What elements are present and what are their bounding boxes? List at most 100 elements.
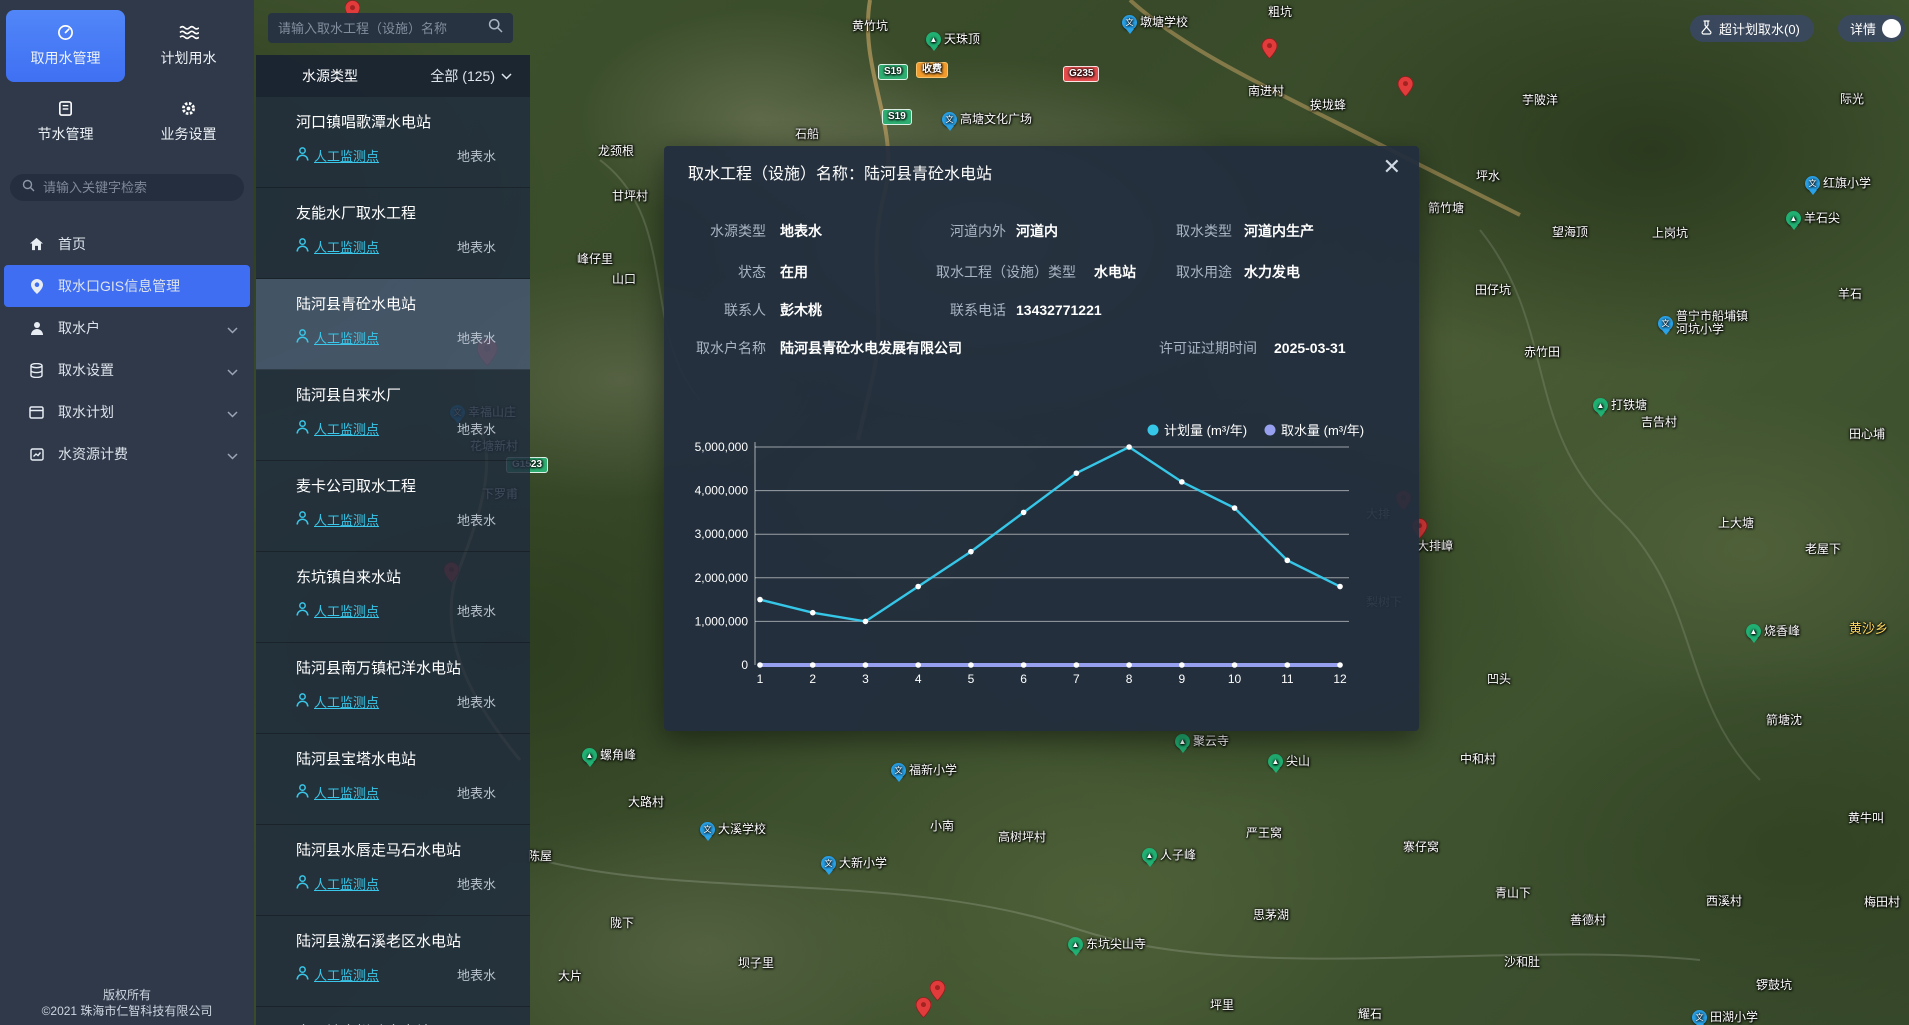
x-tick-label: 9 bbox=[1178, 672, 1185, 686]
map-poi-scenic[interactable]: ▲聚云寺 bbox=[1175, 734, 1229, 749]
list-item[interactable]: 陆河县南万镇杞洋水电站 人工监测点 地表水 bbox=[256, 643, 530, 734]
module-tile-2[interactable]: 计划用水 bbox=[129, 10, 248, 82]
menu-label: 取水口GIS信息管理 bbox=[58, 276, 180, 296]
map-poi-school[interactable]: 文墩塘学校 bbox=[1122, 15, 1188, 30]
list-item[interactable]: 陆河县自来水厂 人工监测点 地表水 bbox=[256, 370, 530, 461]
sidebar-item-6[interactable]: 水资源计费 bbox=[0, 433, 254, 475]
place-label: 上岗坑 bbox=[1652, 227, 1688, 240]
map-poi-scenic[interactable]: ▲东坑尖山寺 bbox=[1068, 937, 1146, 952]
monitor-link[interactable]: 人工监测点 bbox=[296, 783, 379, 802]
monitor-link[interactable]: 人工监测点 bbox=[296, 328, 379, 347]
monitor-link[interactable]: 人工监测点 bbox=[296, 419, 379, 438]
list-item[interactable]: 陆河县宝塔水电站 人工监测点 地表水 bbox=[256, 734, 530, 825]
legend-item-plan[interactable]: 计划量 (m³/年) bbox=[1148, 423, 1248, 438]
series-plan-point bbox=[1074, 470, 1080, 476]
sidebar-item-2[interactable]: 取水口GIS信息管理 bbox=[4, 265, 250, 307]
place-label: 锣鼓坑 bbox=[1756, 979, 1792, 992]
menu-label: 取水设置 bbox=[58, 360, 114, 380]
map-place-label: 赤竹田 bbox=[1524, 346, 1560, 359]
map-poi-school[interactable]: 文田湖小学 bbox=[1692, 1010, 1758, 1025]
monitor-link[interactable]: 人工监测点 bbox=[296, 692, 379, 711]
chevron-down-icon bbox=[227, 363, 238, 379]
series-intake-point bbox=[968, 662, 974, 668]
school-marker-icon: 文 bbox=[1122, 15, 1137, 30]
map-poi-school[interactable]: 文高塘文化广场 bbox=[942, 112, 1032, 127]
toggle-knob[interactable] bbox=[1882, 19, 1901, 38]
poi-label: 福新小学 bbox=[909, 764, 957, 777]
map-poi-scenic[interactable]: ▲烧香峰 bbox=[1746, 624, 1800, 639]
map-poi-scenic[interactable]: ▲尖山 bbox=[1268, 754, 1310, 769]
over-plan-intake-button[interactable]: 超计划取水(0) bbox=[1690, 15, 1814, 42]
sidebar-item-3[interactable]: 取水户 bbox=[0, 307, 254, 349]
detail-toggle[interactable]: 详情 bbox=[1838, 15, 1905, 42]
list-item[interactable]: 东坑镇自来水站 人工监测点 地表水 bbox=[256, 552, 530, 643]
map-poi-school[interactable]: 文大溪学校 bbox=[700, 822, 766, 837]
map-poi-school[interactable]: 文普宁市船埔镇 河坑小学 bbox=[1658, 310, 1748, 336]
poi-label: 打铁塘 bbox=[1611, 399, 1647, 412]
list-item[interactable]: 河口镇唱歌潭水电站 人工监测点 地表水 bbox=[256, 97, 530, 188]
filter-dropdown[interactable]: 全部 (125) bbox=[430, 66, 512, 86]
map-place-label: 石船 bbox=[795, 128, 819, 141]
scenic-marker-icon: ▲ bbox=[1068, 937, 1083, 952]
map-poi-school[interactable]: 文福新小学 bbox=[891, 763, 957, 778]
facility-list-panel: 水源类型 全部 (125) 河口镇唱歌潭水电站 人工监测点 地表水 友能水厂取水… bbox=[256, 55, 530, 1025]
map-poi-school[interactable]: 文红旗小学 bbox=[1805, 176, 1871, 191]
sidebar-search-input[interactable] bbox=[43, 180, 232, 195]
water-source-type: 地表水 bbox=[457, 965, 496, 984]
monitor-link[interactable]: 人工监测点 bbox=[296, 510, 379, 529]
intake-point-pin[interactable] bbox=[1398, 76, 1413, 102]
road-badge: S19 bbox=[882, 109, 912, 125]
poi-label: 螺角峰 bbox=[600, 749, 636, 762]
map-poi-scenic[interactable]: ▲打铁塘 bbox=[1593, 398, 1647, 413]
water-source-type: 地表水 bbox=[457, 874, 496, 893]
map-poi-scenic[interactable]: ▲螺角峰 bbox=[582, 748, 636, 763]
module-tile-1[interactable]: 取用水管理 bbox=[6, 10, 125, 82]
map-poi-scenic[interactable]: ▲羊石尖 bbox=[1786, 211, 1840, 226]
map-poi-scenic[interactable]: ▲人子峰 bbox=[1142, 848, 1196, 863]
toll-badge: 收费 bbox=[916, 62, 948, 78]
monitor-link[interactable]: 人工监测点 bbox=[296, 874, 379, 893]
x-tick-label: 1 bbox=[757, 672, 764, 686]
map-place-label: 寨仔窝 bbox=[1403, 841, 1439, 854]
sidebar-item-5[interactable]: 取水计划 bbox=[0, 391, 254, 433]
search-icon[interactable] bbox=[488, 18, 503, 38]
list-item[interactable]: 陆河县青砼水电站 人工监测点 地表水 bbox=[256, 279, 530, 370]
map-poi-school[interactable]: 文大新小学 bbox=[821, 856, 887, 871]
map-place-label: 大片 bbox=[558, 970, 582, 983]
module-tile-3[interactable]: 节水管理 bbox=[6, 86, 125, 158]
menu-label: 水资源计费 bbox=[58, 444, 128, 464]
field-value: 河道内生产 bbox=[1244, 221, 1314, 241]
list-item[interactable]: 陆河县水唇走马石水电站 人工监测点 地表水 bbox=[256, 825, 530, 916]
y-tick-label: 1,000,000 bbox=[695, 614, 749, 628]
monitor-link[interactable]: 人工监测点 bbox=[296, 146, 379, 165]
sidebar-item-4[interactable]: 取水设置 bbox=[0, 349, 254, 391]
monitor-link[interactable]: 人工监测点 bbox=[296, 601, 379, 620]
map-poi-scenic[interactable]: ▲天珠顶 bbox=[926, 32, 980, 47]
place-label: 凹头 bbox=[1487, 673, 1511, 686]
y-tick-label: 0 bbox=[741, 658, 748, 672]
facility-search[interactable] bbox=[268, 13, 513, 43]
list-item[interactable]: 陆河县激石溪老区水电站 人工监测点 地表水 bbox=[256, 916, 530, 1007]
facility-search-input[interactable] bbox=[278, 21, 488, 36]
detail-label: 详情 bbox=[1850, 19, 1876, 38]
sidebar-item-1[interactable]: 首页 bbox=[0, 223, 254, 265]
list-item[interactable]: 麦卡公司取水工程 人工监测点 地表水 bbox=[256, 461, 530, 552]
place-label: 黄沙乡 bbox=[1849, 622, 1888, 635]
school-marker-icon: 文 bbox=[1805, 176, 1820, 191]
intake-point-pin[interactable] bbox=[916, 997, 931, 1023]
module-tile-4[interactable]: 业务设置 bbox=[129, 86, 248, 158]
list-item[interactable]: 水唇镇水栏肚水电站 人工监测点 地表水 bbox=[256, 1007, 530, 1025]
person-icon bbox=[296, 693, 309, 710]
intake-point-pin[interactable] bbox=[930, 980, 945, 1006]
intake-point-pin[interactable] bbox=[1262, 38, 1277, 64]
map-place-label: 羊石 bbox=[1838, 288, 1862, 301]
monitor-link[interactable]: 人工监测点 bbox=[296, 237, 379, 256]
map-place-label: 上岗坑 bbox=[1652, 227, 1688, 240]
sidebar-search[interactable] bbox=[10, 174, 244, 201]
close-icon[interactable]: ✕ bbox=[1383, 154, 1401, 180]
legend-item-intake[interactable]: 取水量 (m³/年) bbox=[1265, 423, 1365, 438]
list-item[interactable]: 友能水厂取水工程 人工监测点 地表水 bbox=[256, 188, 530, 279]
place-label: 芋陂洋 bbox=[1522, 94, 1558, 107]
monitor-link[interactable]: 人工监测点 bbox=[296, 965, 379, 984]
series-plan-point bbox=[1021, 510, 1027, 516]
